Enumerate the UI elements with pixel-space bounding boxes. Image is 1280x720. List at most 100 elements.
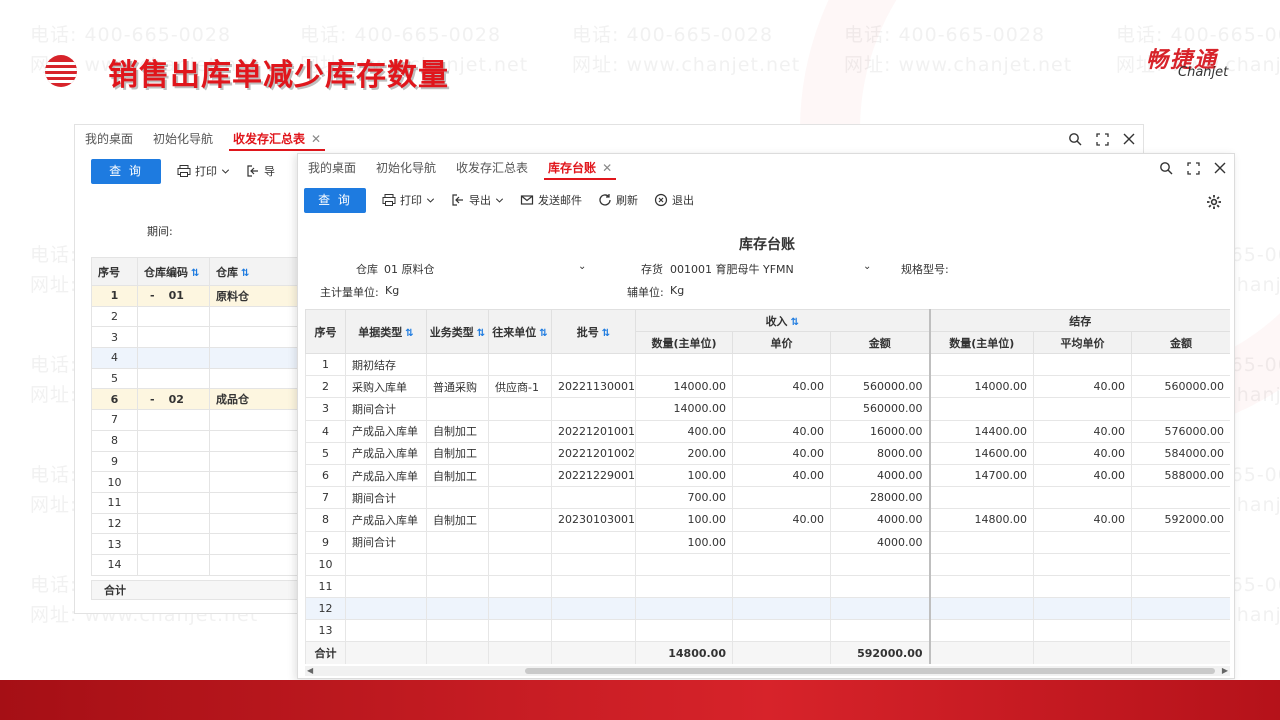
back-export-button[interactable]: 导 xyxy=(246,163,275,179)
chevron-down-icon[interactable]: ⌄ xyxy=(578,261,586,272)
print-button[interactable]: 打印 xyxy=(382,192,435,208)
table-row[interactable]: 1 期初结存 xyxy=(305,352,1230,377)
refresh-button[interactable]: 刷新 xyxy=(598,192,638,208)
cell-bal-price xyxy=(1033,619,1133,643)
table-row[interactable]: 10 xyxy=(305,552,1230,576)
table-row[interactable]: 11 xyxy=(91,491,304,514)
table-row[interactable]: 7 期间合计 700.00 28000.00 xyxy=(305,486,1230,510)
col-header-in-amount[interactable]: 金额 xyxy=(829,331,931,354)
gear-icon[interactable] xyxy=(1206,194,1222,210)
table-row[interactable]: 13 xyxy=(305,619,1230,643)
col-header-in-price[interactable]: 单价 xyxy=(732,331,831,354)
sort-icon[interactable]: ⇅ xyxy=(241,268,249,279)
maximize-icon[interactable] xyxy=(1096,132,1109,146)
table-row[interactable]: 5 产成品入库单 自制加工 20221201002 200.00 40.00 8000.00… xyxy=(305,441,1230,465)
table-row[interactable]: 9 期间合计 100.00 4000.00 xyxy=(305,530,1230,554)
back-query-button[interactable]: 查 询 xyxy=(91,158,161,184)
collapse-toggle[interactable]: - xyxy=(150,393,155,406)
row-wh-name xyxy=(209,553,304,576)
col-header-bal-qty[interactable]: 数量(主单位) xyxy=(928,331,1035,354)
chevron-down-icon[interactable]: ⌄ xyxy=(863,261,871,272)
table-row[interactable]: 6 产成品入库单 自制加工 20221229001 100.00 40.00 4000.00… xyxy=(305,463,1230,488)
table-row[interactable]: 2 xyxy=(91,305,304,328)
table-row[interactable]: 7 xyxy=(91,409,304,431)
col-header-wh-code[interactable]: 仓库编码 ⇅ xyxy=(137,257,210,286)
col-header-no[interactable]: 序号 xyxy=(91,257,138,286)
back-tab-init-nav[interactable]: 初始化导航 xyxy=(143,125,223,153)
col-header-biz-type[interactable]: 业务类型 ⇅ xyxy=(426,309,489,354)
col-header-batch[interactable]: 批号 ⇅ xyxy=(551,309,636,354)
sort-icon[interactable]: ⇅ xyxy=(405,328,413,339)
col-header-wh-name[interactable]: 仓库 ⇅ xyxy=(209,257,304,286)
table-row[interactable]: 1-01 原料仓 xyxy=(91,285,304,307)
table-row[interactable]: 8 产成品入库单 自制加工 20230103001 100.00 40.00 4000.00… xyxy=(305,508,1230,532)
table-row[interactable]: 14 xyxy=(91,553,304,576)
table-row[interactable]: 12 xyxy=(91,512,304,535)
table-row[interactable]: 11 xyxy=(305,574,1230,599)
back-print-button[interactable]: 打印 xyxy=(177,163,230,179)
table-row[interactable]: 13 xyxy=(91,533,304,555)
table-row[interactable]: 5 xyxy=(91,367,304,390)
cell-bal-price: 40.00 xyxy=(1033,508,1133,532)
table-row[interactable]: 4 产成品入库单 自制加工 20221201001 400.00 40.00 16000.0… xyxy=(305,419,1230,443)
collapse-toggle[interactable]: - xyxy=(150,289,155,302)
tab-stock-ledger[interactable]: 库存台账 ✕ xyxy=(538,154,622,182)
row-code xyxy=(137,512,210,535)
scroll-right-icon[interactable]: ▶ xyxy=(1222,666,1228,676)
back-tab-desktop[interactable]: 我的桌面 xyxy=(75,125,143,153)
search-icon[interactable] xyxy=(1159,161,1173,175)
export-button[interactable]: 导出 xyxy=(451,192,504,208)
tab-init-nav[interactable]: 初始化导航 xyxy=(366,154,446,182)
table-row[interactable]: 10 xyxy=(91,471,304,493)
cell-biz xyxy=(426,397,489,421)
refresh-icon xyxy=(599,194,611,206)
maximize-icon[interactable] xyxy=(1187,161,1200,175)
col-header-bal-amount[interactable]: 金额 xyxy=(1131,331,1230,354)
col-header-bal-price[interactable]: 平均单价 xyxy=(1033,331,1133,354)
table-row[interactable]: 12 xyxy=(305,597,1230,621)
slide: 电话: 400-665-0028 网址: www.chanjet.net 电话: 4… xyxy=(0,0,1280,720)
cell-doc: 产成品入库单 xyxy=(345,463,427,488)
cell-in-amt: 4000.00 xyxy=(829,463,931,488)
bottom-band xyxy=(0,680,1280,720)
horizontal-scrollbar[interactable]: ◀ ▶ xyxy=(305,666,1230,676)
col-header-doc-type[interactable]: 单据类型 ⇅ xyxy=(345,309,427,354)
cell-in-qty: 200.00 xyxy=(635,441,733,465)
query-button[interactable]: 查 询 xyxy=(304,187,366,213)
stock-select[interactable]: 001001 育肥母牛 YFMN xyxy=(670,261,870,277)
col-header-partner[interactable]: 往来单位 ⇅ xyxy=(488,309,552,354)
table-row[interactable]: 9 xyxy=(91,450,304,473)
sort-icon[interactable]: ⇅ xyxy=(191,268,199,279)
scrollbar-thumb[interactable] xyxy=(525,668,1215,674)
col-header-in-qty[interactable]: 数量(主单位) xyxy=(635,331,733,354)
tab-desktop[interactable]: 我的桌面 xyxy=(298,154,366,182)
table-row[interactable]: 3 期间合计 14000.00 560000.00 xyxy=(305,397,1230,421)
search-icon[interactable] xyxy=(1068,132,1082,146)
close-icon[interactable]: ✕ xyxy=(311,132,321,146)
table-row[interactable]: 6-02 成品仓 xyxy=(91,388,304,411)
back-warehouse-table: 序号 仓库编码 ⇅ 仓库 ⇅ 1-01 原料仓 2 3 4 5 6-02 成品仓 7 8 9 10 11 12… xyxy=(91,257,304,576)
warehouse-select[interactable]: 01 原料仓 xyxy=(384,261,584,277)
sort-icon[interactable]: ⇅ xyxy=(539,328,547,339)
send-email-button[interactable]: 发送邮件 xyxy=(520,192,582,208)
row-code xyxy=(137,367,210,390)
table-row[interactable]: 8 xyxy=(91,429,304,452)
cell-no: 9 xyxy=(305,530,346,554)
chevron-down-icon xyxy=(426,198,435,203)
tab-summary[interactable]: 收发存汇总表 xyxy=(446,154,538,182)
sort-icon[interactable]: ⇅ xyxy=(602,328,610,339)
back-tab-summary[interactable]: 收发存汇总表 ✕ xyxy=(223,125,331,153)
close-icon[interactable] xyxy=(1123,133,1135,145)
col-header-no[interactable]: 序号 xyxy=(305,309,346,354)
cell-in-qty xyxy=(635,619,733,643)
scroll-left-icon[interactable]: ◀ xyxy=(307,666,313,676)
sort-icon[interactable]: ⇅ xyxy=(791,317,799,328)
cell-batch: 20221201002 xyxy=(551,441,636,465)
table-row[interactable]: 3 xyxy=(91,326,304,349)
table-row[interactable]: 4 xyxy=(91,347,304,369)
sort-icon[interactable]: ⇅ xyxy=(477,328,485,339)
close-icon[interactable]: ✕ xyxy=(602,161,612,175)
exit-button[interactable]: 退出 xyxy=(654,192,694,208)
close-icon[interactable] xyxy=(1214,162,1226,174)
table-row[interactable]: 2 采购入库单 普通采购 供应商-1 20221130001 14000.00 40.00 5… xyxy=(305,375,1230,399)
